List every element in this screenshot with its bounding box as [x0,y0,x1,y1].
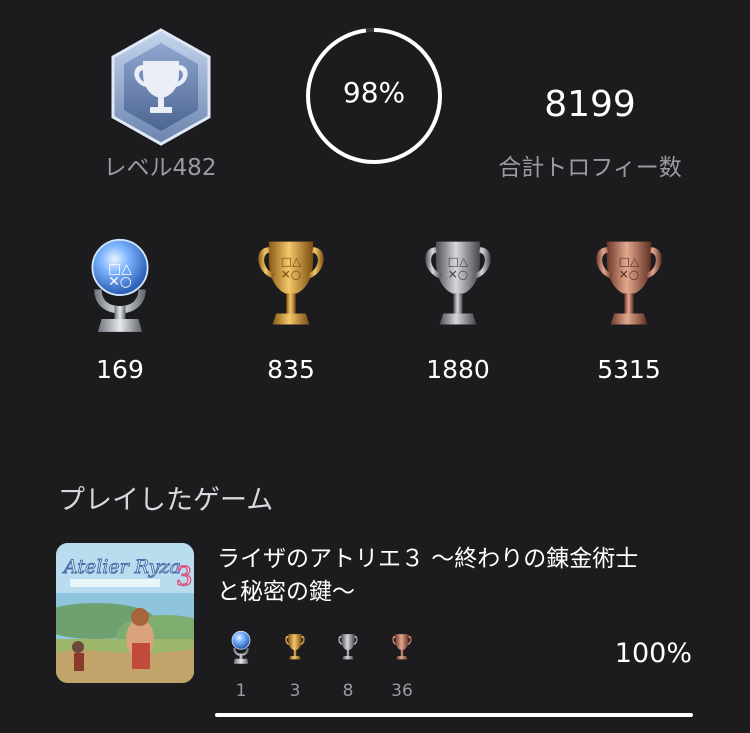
game-platinum-count: 1 [235,681,247,701]
silver-count: 1880 [426,355,490,384]
game-gold-count: 3 [289,681,301,701]
gold-count: 835 [267,355,315,384]
svg-text:3: 3 [176,562,193,592]
svg-text:□△: □△ [619,255,640,269]
gold-trophy-small-icon [281,627,309,667]
game-progress-bar [215,713,693,717]
platinum-trophy-icon: □△ ✕○ [91,238,149,332]
svg-text:✕○: ✕○ [448,267,468,281]
gold-trophy-icon: □△ ✕○ [245,228,337,340]
svg-text:□△: □△ [281,255,302,269]
bronze-trophy-small-icon [388,627,416,667]
game-title-line-2: と秘密の鍵〜 [217,579,355,605]
bronze-count: 5315 [597,355,661,384]
game-cover-image: Atelier Ryza 3 [56,543,194,683]
bronze-trophy-icon: □△ ✕○ [583,228,675,340]
total-trophies-label: 合計トロフィー数 [498,155,682,181]
svg-text:✕○: ✕○ [281,267,301,281]
svg-text:□△: □△ [448,255,469,269]
svg-text:Atelier Ryza: Atelier Ryza [62,556,181,578]
game-title-line-1: ライザのアトリエ３ 〜終わりの錬金術士 [217,546,639,572]
level-label: レベル482 [103,155,217,181]
total-trophies-value: 8199 [544,84,636,125]
silver-trophy-icon: □△ ✕○ [412,228,504,340]
platinum-count: 169 [96,355,144,384]
svg-text:✕○: ✕○ [619,267,639,281]
game-bronze-count: 36 [391,681,413,701]
game-silver-count: 8 [342,681,354,701]
game-progress-percent: 100% [614,638,692,669]
level-badge-icon [111,28,211,146]
svg-text:✕○: ✕○ [108,274,132,290]
progress-percent: 98% [342,76,406,109]
game-title: ライザのアトリエ３ 〜終わりの錬金術士 と秘密の鍵〜 [217,543,717,609]
silver-trophy-small-icon [334,627,362,667]
platinum-trophy-small-icon [231,630,251,664]
played-games-heading: プレイしたゲーム [58,485,274,516]
